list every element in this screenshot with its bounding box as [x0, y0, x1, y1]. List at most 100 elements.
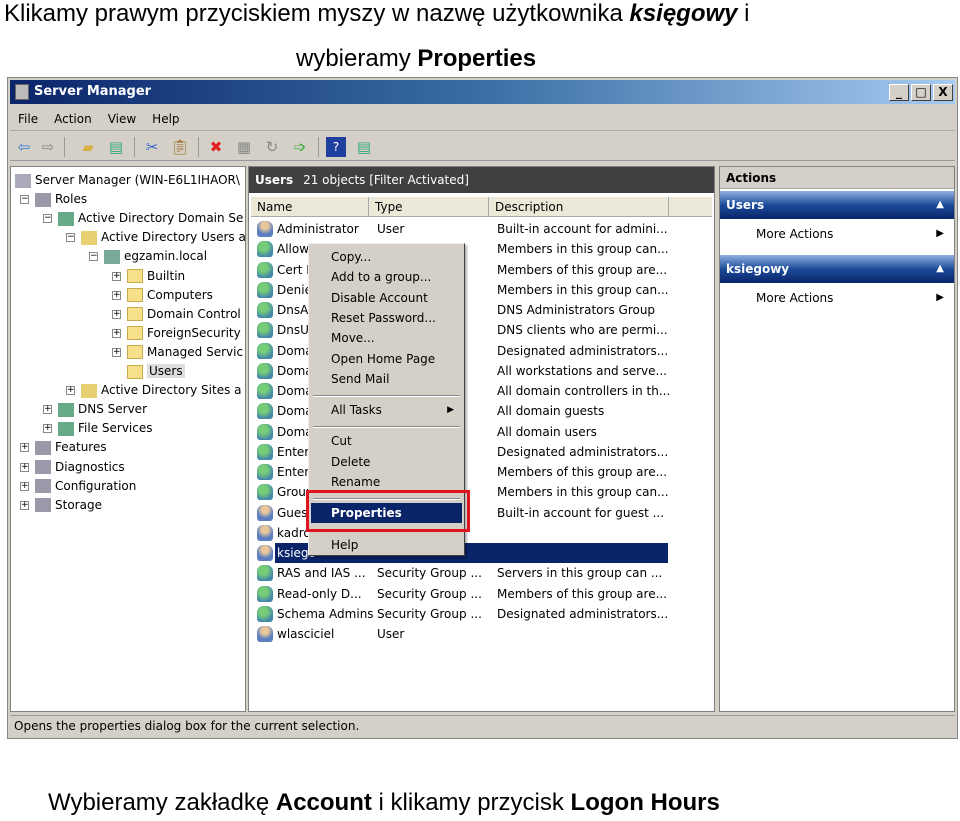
tree-node[interactable]: Server Manager (WIN-E6L1IHAOR\	[15, 171, 240, 189]
tree-node[interactable]: + ForeignSecurity	[112, 324, 241, 342]
expand-icon[interactable]: +	[112, 347, 121, 357]
tree-node[interactable]: + Features	[20, 438, 107, 456]
node-icon	[58, 421, 74, 436]
tree-node[interactable]: + DNS Server	[43, 400, 147, 418]
minimize-button[interactable]: _	[889, 84, 909, 101]
tree-node[interactable]: + Active Directory Sites a	[66, 381, 242, 399]
menu-item-copy[interactable]: Copy...	[311, 247, 462, 267]
expand-icon[interactable]: +	[20, 481, 29, 491]
delete-icon[interactable]: ✖	[206, 137, 226, 157]
menu-item-cut[interactable]: Cut	[311, 431, 462, 451]
actions-section-ksiegowy[interactable]: ksiegowy ▲	[720, 255, 954, 283]
maximize-button[interactable]: □	[911, 84, 931, 101]
cut-icon[interactable]: ✂	[142, 137, 162, 157]
column-type[interactable]: Type	[369, 197, 489, 217]
menu-item-rename[interactable]: Rename	[311, 472, 462, 492]
column-description[interactable]: Description	[489, 197, 669, 217]
menu-item-open-home-page[interactable]: Open Home Page	[311, 349, 462, 369]
caption-text: i klikamy przycisk	[371, 789, 571, 816]
table-row[interactable]: Administrator User Built-in account for ad…	[251, 219, 711, 239]
cell-desc: Designated administrators...	[497, 343, 669, 358]
back-icon[interactable]: ⇦	[14, 137, 34, 157]
window-title: Server Manager	[34, 84, 152, 99]
menu-file[interactable]: File	[10, 107, 46, 131]
help-icon[interactable]: ?	[326, 137, 346, 157]
expand-icon[interactable]: +	[112, 328, 121, 338]
actions-section-users[interactable]: Users ▲	[720, 191, 954, 219]
show-hide-action-icon[interactable]: ▤	[354, 137, 374, 157]
menu-item-help[interactable]: Help	[311, 535, 462, 555]
menu-item-send-mail[interactable]: Send Mail	[311, 369, 462, 389]
tree-node[interactable]: − Roles	[20, 190, 87, 208]
column-name[interactable]: Name	[251, 197, 369, 217]
tree-node[interactable]: Users	[112, 362, 185, 380]
tree-node[interactable]: − egzamin.local	[89, 247, 207, 265]
show-hide-tree-icon[interactable]: ▤	[106, 137, 126, 157]
tree-node[interactable]: + Builtin	[112, 267, 185, 285]
group-icon	[257, 342, 273, 359]
menu-action[interactable]: Action	[46, 107, 100, 131]
table-row[interactable]: wlasciciel User	[251, 624, 711, 644]
node-icon	[81, 230, 97, 245]
menu-item-disable-account[interactable]: Disable Account	[311, 288, 462, 308]
expand-icon[interactable]: +	[112, 309, 121, 319]
table-row[interactable]: RAS and IAS ... Security Group ... Servers…	[251, 563, 711, 583]
tree-node[interactable]: + Computers	[112, 286, 213, 304]
expand-icon[interactable]: +	[66, 386, 75, 396]
user-icon	[257, 221, 273, 237]
paste-icon[interactable]: 📋︎	[170, 137, 190, 157]
tree-node-label: Server Manager (WIN-E6L1IHAOR\	[35, 173, 240, 187]
expand-icon[interactable]: +	[43, 405, 52, 415]
collapse-icon[interactable]: −	[89, 252, 98, 262]
collapse-icon[interactable]: ▲	[936, 255, 944, 283]
caption-text: i	[737, 0, 750, 27]
expand-icon[interactable]: +	[20, 500, 29, 510]
menu-item-delete[interactable]: Delete	[311, 452, 462, 472]
tree-node[interactable]: + Managed Servic	[112, 343, 243, 361]
tree-node-label: File Services	[78, 421, 153, 436]
expand-icon[interactable]: +	[20, 462, 29, 472]
cell-type: User	[377, 222, 405, 236]
cell-desc: All domain controllers in th...	[497, 384, 671, 398]
close-button[interactable]: X	[933, 84, 953, 101]
collapse-icon[interactable]: −	[43, 214, 52, 224]
tree-node[interactable]: − Active Directory Domain Se	[43, 209, 243, 227]
group-icon	[257, 605, 273, 622]
menu-help[interactable]: Help	[144, 107, 187, 131]
tree-node[interactable]: + Storage	[20, 496, 102, 514]
cell-type: User	[377, 627, 405, 641]
export-icon[interactable]: ➩	[290, 137, 310, 157]
tree-node[interactable]: + File Services	[43, 419, 153, 437]
tree-node[interactable]: + Domain Control	[112, 305, 241, 323]
expand-icon[interactable]: +	[112, 271, 121, 281]
properties-icon[interactable]: ▦	[234, 137, 254, 157]
table-row[interactable]: Schema Admins Security Group ... Designate…	[251, 604, 711, 624]
cell-desc: Members in this group can...	[497, 485, 669, 500]
menu-item-move[interactable]: Move...	[311, 328, 462, 348]
collapse-icon[interactable]: ▲	[936, 191, 944, 219]
collapse-icon[interactable]: −	[66, 233, 75, 243]
forward-icon[interactable]: ⇨	[38, 137, 58, 157]
more-actions-users[interactable]: More Actions ▶	[720, 219, 954, 253]
cell-desc: All domain guests	[497, 404, 605, 419]
expand-icon[interactable]: +	[43, 424, 52, 434]
menu-view[interactable]: View	[100, 107, 144, 131]
menu-item-reset-password[interactable]: Reset Password...	[311, 308, 462, 328]
menu-item-label: Help	[331, 537, 359, 552]
refresh-icon[interactable]: ↻	[262, 137, 282, 157]
expand-icon[interactable]: +	[112, 290, 121, 300]
tree-node[interactable]: + Diagnostics	[20, 458, 125, 476]
menu-item-all-tasks[interactable]: All Tasks ▶	[311, 400, 462, 420]
tree-node-label: Active Directory Sites a	[101, 383, 242, 398]
expand-icon[interactable]: +	[20, 443, 29, 453]
cell-desc: DNS clients who are permi...	[497, 323, 668, 338]
menu-item-add-to-a-group[interactable]: Add to a group...	[311, 267, 462, 287]
more-actions-ksiegowy[interactable]: More Actions ▶	[720, 283, 954, 317]
collapse-icon[interactable]: −	[20, 195, 29, 205]
tree-node[interactable]: + Configuration	[20, 477, 136, 495]
tree-node-label: Features	[55, 440, 107, 455]
up-folder-icon[interactable]: ▰	[78, 137, 98, 157]
table-row[interactable]: Read-only D... Security Group ... Members …	[251, 584, 711, 604]
tree-node[interactable]: − Active Directory Users a	[66, 228, 245, 246]
cell-name: Schema Admins	[277, 606, 374, 621]
